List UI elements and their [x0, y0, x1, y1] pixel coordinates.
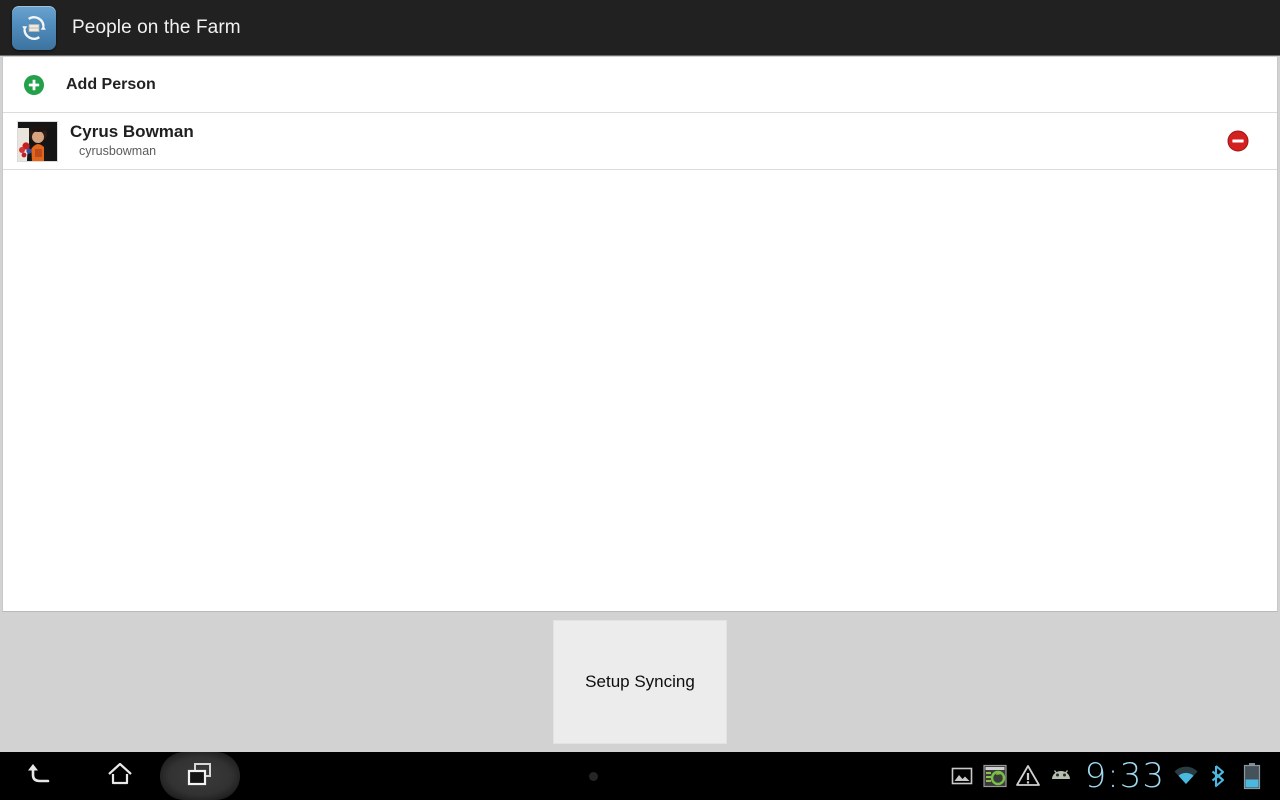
home-icon	[103, 757, 137, 796]
person-row[interactable]: Cyrus Bowman cyrusbowman	[3, 113, 1277, 170]
system-navigation-bar: 9:33	[0, 752, 1280, 800]
home-button[interactable]	[80, 752, 160, 800]
page-title: People on the Farm	[72, 16, 241, 38]
add-circle-icon	[23, 74, 45, 96]
people-list: Add Person Cyrus Bowman cyrusbowman	[3, 57, 1277, 170]
status-clock[interactable]: 9:33	[1085, 759, 1165, 793]
back-arrow-icon	[23, 757, 57, 796]
wifi-icon[interactable]	[1171, 761, 1201, 791]
content-card: Add Person Cyrus Bowman cyrusbowman	[2, 57, 1278, 612]
bluetooth-icon[interactable]	[1204, 761, 1234, 791]
person-name: Cyrus Bowman	[70, 122, 194, 142]
recent-apps-icon	[183, 757, 217, 796]
avatar	[17, 120, 58, 162]
sync-app-icon[interactable]	[12, 5, 56, 50]
action-bar: People on the Farm	[0, 0, 1280, 56]
nav-spacer	[240, 752, 947, 800]
battery-icon[interactable]	[1237, 761, 1267, 791]
warning-triangle-icon[interactable]	[1013, 761, 1043, 791]
screenshot-sync-icon[interactable]	[980, 761, 1010, 791]
add-person-row[interactable]: Add Person	[3, 57, 1277, 113]
nav-buttons	[0, 752, 240, 800]
android-tablet-screen: People on the Farm Add Person Cyrus Bowm…	[0, 0, 1280, 800]
add-person-label: Add Person	[66, 75, 156, 93]
person-handle: cyrusbowman	[79, 143, 157, 158]
android-head-icon[interactable]	[1046, 761, 1076, 791]
back-button[interactable]	[0, 752, 80, 800]
person-text: Cyrus Bowman cyrusbowman	[70, 123, 194, 158]
image-icon[interactable]	[947, 761, 977, 791]
status-icons: 9:33	[947, 752, 1280, 800]
setup-syncing-label: Setup Syncing	[585, 672, 695, 691]
recent-apps-button[interactable]	[160, 752, 240, 800]
remove-person-button[interactable]	[1227, 130, 1249, 152]
setup-syncing-button[interactable]: Setup Syncing	[553, 620, 727, 744]
menu-dot-icon[interactable]	[588, 771, 598, 781]
